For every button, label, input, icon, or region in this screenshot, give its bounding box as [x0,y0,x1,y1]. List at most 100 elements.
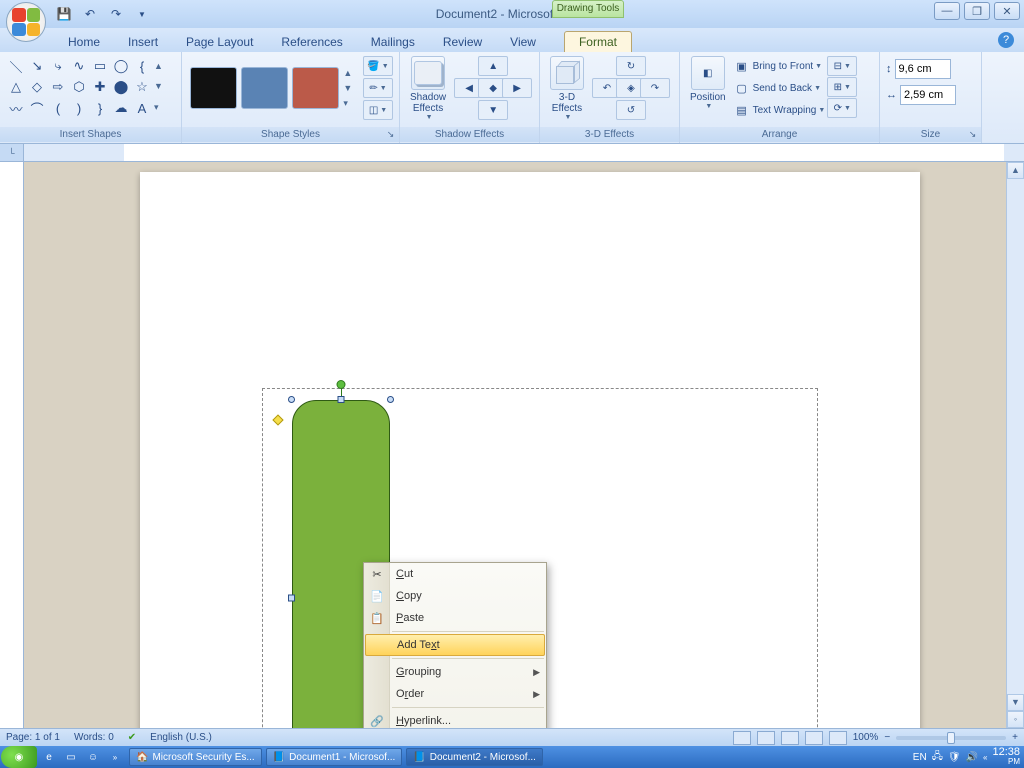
styles-gallery-scroll[interactable]: ▲▼▾ [343,65,359,111]
browse-object-icon[interactable]: ◦ [1007,711,1024,728]
view-draft[interactable] [829,731,847,745]
nudge-shadow-up[interactable]: ▲ [478,56,508,76]
status-words[interactable]: Words: 0 [74,732,114,743]
style-swatch-blue[interactable] [241,67,288,109]
tilt-up[interactable]: ↻ [616,56,646,76]
nudge-shadow-right[interactable]: ▶ [502,78,532,98]
undo-icon[interactable]: ↶ [80,4,100,24]
shape-text-icon[interactable]: A [132,98,152,118]
status-page[interactable]: Page: 1 of 1 [6,732,60,743]
shape-bracket-icon[interactable]: ( [48,98,68,118]
tray-network-icon[interactable]: 🖧 [932,749,943,766]
tab-references[interactable]: References [267,32,356,52]
send-to-back-button[interactable]: ▢Send to Back▼ [734,78,826,99]
shape-line-icon[interactable]: ＼ [6,56,26,76]
menu-hyperlink[interactable]: 🔗Hyperlink... [364,710,546,728]
tab-format[interactable]: Format [564,31,632,52]
shape-diamond-icon[interactable]: ◇ [27,77,47,97]
shape-cloud-icon[interactable]: ☁ [111,98,131,118]
change-shape-button[interactable]: ◫▼ [363,100,393,120]
tab-home[interactable]: Home [54,32,114,52]
shape-curve-icon[interactable]: 〰 [6,98,26,118]
shape-triangle-icon[interactable]: △ [6,77,26,97]
style-swatch-red[interactable] [292,67,339,109]
shape-height-input[interactable] [895,59,951,79]
quicklaunch-desktop-icon[interactable]: ▭ [61,748,81,766]
shape-plus-icon[interactable]: ✚ [90,77,110,97]
shape-callout-icon[interactable]: ⬤ [111,77,131,97]
shape-hex-icon[interactable]: ⬡ [69,77,89,97]
tray-lang[interactable]: EN [913,752,927,763]
menu-paste[interactable]: 📋Paste [364,607,546,629]
zoom-level[interactable]: 100% [853,732,879,743]
help-icon[interactable]: ? [998,32,1014,48]
nudge-shadow-down[interactable]: ▼ [478,100,508,120]
style-swatch-black[interactable] [190,67,237,109]
resize-handle-n[interactable] [338,396,345,403]
rotate-button[interactable]: ⟳▼ [827,98,857,118]
rotation-handle[interactable] [337,380,346,389]
tray-shield-icon[interactable]: 🛡 [948,752,961,763]
shape-width-input[interactable] [900,85,956,105]
tab-page-layout[interactable]: Page Layout [172,32,267,52]
menu-cut[interactable]: ✂CuCutt [364,563,546,585]
shape-star-icon[interactable]: ☆ [132,77,152,97]
view-outline[interactable] [805,731,823,745]
zoom-out-icon[interactable]: − [884,732,890,743]
zoom-in-icon[interactable]: + [1012,732,1018,743]
vertical-scrollbar[interactable]: ▲ ▼ ◦ [1006,162,1024,728]
office-button[interactable] [6,2,46,42]
shape-brace2-icon[interactable]: } [90,98,110,118]
taskbar-item-mse[interactable]: 🏠 Microsoft Security Es... [129,748,262,766]
tab-selector[interactable]: └ [0,144,24,161]
spellcheck-icon[interactable]: ✔ [128,732,136,743]
restore-button[interactable]: ❐ [964,2,990,20]
shapes-gallery-scroll[interactable]: ▲▼▾ [154,56,170,118]
tab-mailings[interactable]: Mailings [357,32,429,52]
shape-arrow-icon[interactable]: ↘ [27,56,47,76]
tilt-right[interactable]: ↷ [640,78,670,98]
position-button[interactable]: ◧ Position ▼ [686,56,730,110]
shape-arrow2-icon[interactable]: ⇨ [48,77,68,97]
shape-connector-icon[interactable]: ⤷ [48,56,68,76]
threed-effects-button[interactable]: 3-D Effects ▼ [546,56,588,121]
menu-grouping[interactable]: Grouping▶ [364,661,546,683]
tray-clock[interactable]: 12:38PM [992,747,1020,767]
close-button[interactable]: ✕ [994,2,1020,20]
tab-review[interactable]: Review [429,32,496,52]
status-language[interactable]: English (U.S.) [150,732,212,743]
zoom-thumb[interactable] [947,732,955,744]
tray-volume-icon[interactable]: 🔊 [966,752,978,763]
shape-brace-icon[interactable]: { [132,56,152,76]
document-canvas[interactable]: ✂CuCutt 📄Copy 📋Paste Add Text Grouping▶ … [24,162,1024,728]
save-icon[interactable]: 💾 [54,4,74,24]
horizontal-ruler[interactable] [124,144,1004,161]
quicklaunch-smiley-icon[interactable]: ☺ [83,748,103,766]
shape-oval-icon[interactable]: ◯ [111,56,131,76]
menu-add-text[interactable]: Add Text [365,634,545,656]
redo-icon[interactable]: ↷ [106,4,126,24]
taskbar-item-doc1[interactable]: 📘 Document1 - Microsof... [266,748,403,766]
shape-freeform-icon[interactable]: ∿ [69,56,89,76]
scroll-down-icon[interactable]: ▼ [1007,694,1024,711]
tab-insert[interactable]: Insert [114,32,172,52]
bring-to-front-button[interactable]: ▣Bring to Front▼ [734,56,826,77]
shape-outline-button[interactable]: ✏▼ [363,78,393,98]
shape-fill-button[interactable]: 🪣▼ [363,56,393,76]
shape-arc-icon[interactable]: ⌒ [27,98,47,118]
shape-bracket2-icon[interactable]: ) [69,98,89,118]
dialog-launcher-icon[interactable]: ↘ [966,129,979,142]
minimize-button[interactable]: — [934,2,960,20]
view-full-screen[interactable] [757,731,775,745]
tray-expand-icon[interactable]: « [983,753,987,762]
shadow-effects-button[interactable]: Shadow Effects ▼ [406,56,450,121]
resize-handle-nw[interactable] [288,396,295,403]
qat-customize-icon[interactable]: ▼ [132,4,152,24]
group-button[interactable]: ⊞▼ [827,77,857,97]
align-button[interactable]: ⊟▼ [827,56,857,76]
text-wrapping-button[interactable]: ▤Text Wrapping▼ [734,100,826,121]
view-print-layout[interactable] [733,731,751,745]
resize-handle-w[interactable] [288,595,295,602]
scroll-up-icon[interactable]: ▲ [1007,162,1024,179]
shapes-gallery[interactable]: ＼ ↘ ⤷ ∿ ▭ ◯ { △ ◇ ⇨ ⬡ ✚ ⬤ ☆ 〰 ⌒ ( ) } ☁ [6,56,152,118]
